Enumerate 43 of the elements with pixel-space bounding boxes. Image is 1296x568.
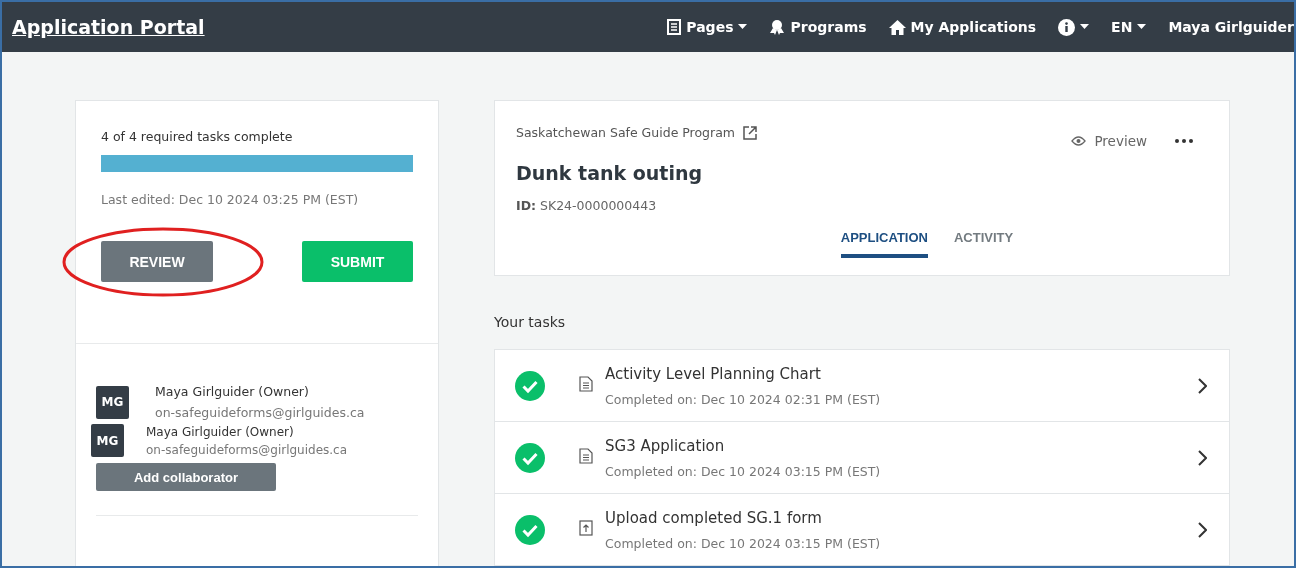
task-title: Upload completed SG.1 form	[605, 508, 823, 527]
nav-link[interactable]: Programs	[769, 19, 867, 35]
document-icon	[579, 376, 593, 392]
portal-title[interactable]: Application Portal	[12, 16, 668, 38]
avatar: MG	[91, 424, 124, 457]
info-icon	[1058, 18, 1076, 36]
upload-icon	[579, 520, 593, 536]
home-icon	[888, 19, 906, 35]
task-completed-date: Completed on: Dec 10 2024 02:31 PM (EST)	[605, 391, 882, 407]
collaborator-email: on-safeguideforms@girlguides.ca	[146, 442, 348, 457]
tab[interactable]: APPLICATION	[840, 223, 928, 258]
avatar: MG	[96, 385, 129, 419]
task-completed-date: Completed on: Dec 10 2024 03:15 PM (EST)	[605, 463, 882, 479]
chevron-icon[interactable]	[1197, 377, 1207, 394]
award-icon	[769, 19, 786, 35]
chevron-icon[interactable]	[1197, 449, 1207, 466]
collaborator-name: Maya Girlguider (Owner)	[146, 424, 295, 439]
task-title: SG3 Application	[605, 436, 726, 455]
task-completed-date: Completed on: Dec 10 2024 03:15 PM (EST)	[605, 535, 882, 551]
section-heading: Your tasks	[494, 314, 567, 330]
program-name: Saskatchewan Safe Guide Program	[516, 125, 736, 140]
nav-link[interactable]: Maya Girlguider	[1168, 19, 1294, 35]
info-menu[interactable]	[1058, 18, 1090, 36]
tab[interactable]: ACTIVITY	[953, 223, 1014, 258]
nav-link[interactable]: EN	[1111, 19, 1147, 35]
document-icon	[667, 19, 682, 35]
external-link-icon[interactable]	[743, 125, 758, 140]
collaborator-name: Maya Girlguider (Owner)	[155, 384, 310, 399]
nav-link[interactable]: My Applications	[888, 19, 1037, 35]
more-icon[interactable]	[1175, 139, 1193, 143]
last-edited: Last edited: Dec 10 2024 03:25 PM (EST)	[101, 192, 360, 207]
application-title: Dunk tank outing	[516, 162, 704, 184]
task-summary: 4 of 4 required tasks complete	[101, 129, 294, 144]
review-button[interactable]: REVIEW	[101, 241, 213, 282]
application-id: ID: SK24-0000000443	[516, 198, 658, 213]
task-title: Activity Level Planning Chart	[605, 364, 822, 383]
preview-button[interactable]: Preview	[1071, 133, 1147, 149]
document-icon	[579, 448, 593, 464]
chevron-icon[interactable]	[1197, 521, 1207, 538]
add-collaborator-button[interactable]: Add collaborator	[96, 463, 276, 491]
eye-icon	[1071, 136, 1087, 146]
nav-link[interactable]: Pages	[667, 19, 748, 35]
collaborator-email: on-safeguideforms@girlguides.ca	[155, 405, 365, 420]
